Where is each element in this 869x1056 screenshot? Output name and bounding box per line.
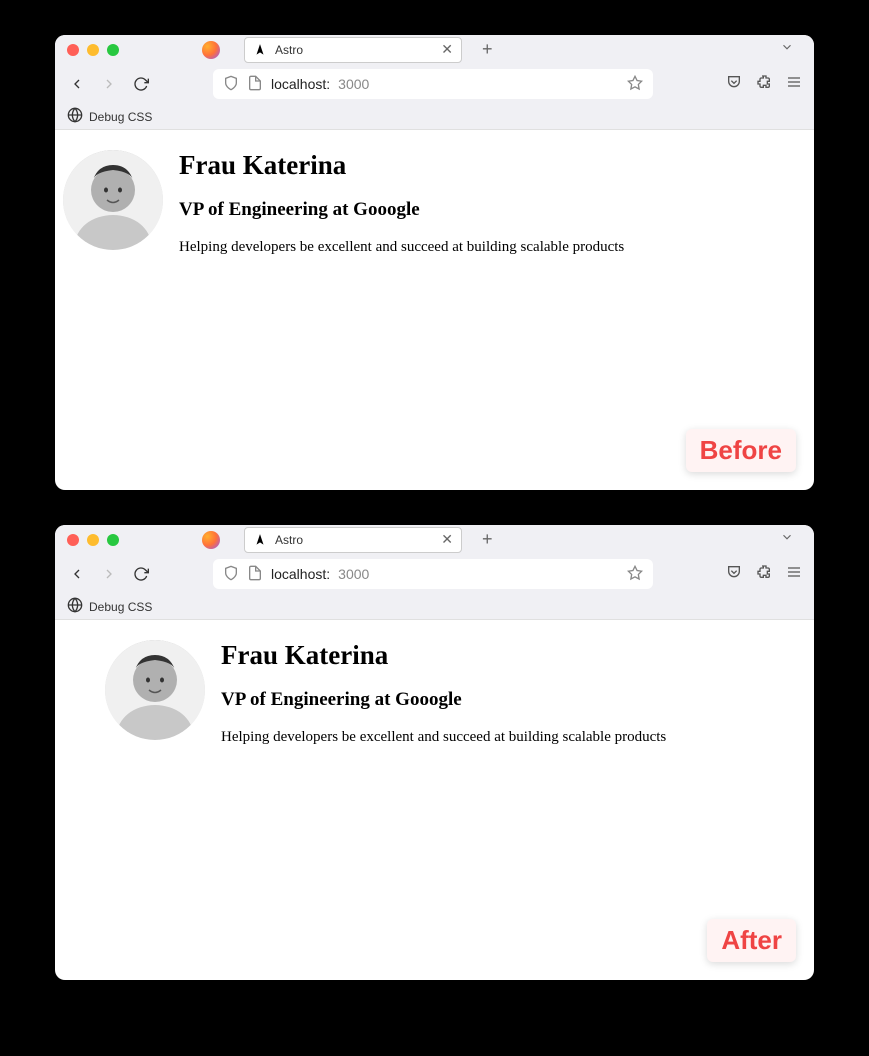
globe-icon: [67, 107, 83, 126]
profile-title: VP of Engineering at Gooogle: [221, 689, 666, 711]
profile-name: Frau Katerina: [179, 150, 624, 181]
tab-title: Astro: [275, 43, 433, 57]
page-icon: [247, 75, 263, 94]
profile-bio: Helping developers be excellent and succ…: [221, 729, 666, 746]
minimize-window-button[interactable]: [87, 44, 99, 56]
toolbar-actions: [726, 564, 802, 585]
browser-window-after: Astro ✕ + localhost: 3000: [55, 525, 814, 980]
bookmark-bar: Debug CSS: [55, 104, 814, 130]
page-icon: [247, 565, 263, 584]
extensions-button[interactable]: [756, 74, 772, 95]
toolbar: localhost: 3000: [55, 554, 814, 594]
toolbar: localhost: 3000: [55, 64, 814, 104]
extensions-button[interactable]: [756, 564, 772, 585]
tab-overflow-button[interactable]: [780, 530, 794, 549]
url-bar[interactable]: localhost: 3000: [213, 559, 653, 589]
menu-button[interactable]: [786, 74, 802, 95]
bookmark-item[interactable]: Debug CSS: [89, 110, 152, 124]
reload-button[interactable]: [131, 74, 151, 94]
forward-button[interactable]: [99, 564, 119, 584]
new-tab-button[interactable]: +: [482, 39, 493, 60]
url-bar[interactable]: localhost: 3000: [213, 69, 653, 99]
minimize-window-button[interactable]: [87, 534, 99, 546]
profile-name: Frau Katerina: [221, 640, 666, 671]
forward-button[interactable]: [99, 74, 119, 94]
toolbar-actions: [726, 74, 802, 95]
tab-overflow-button[interactable]: [780, 40, 794, 59]
avatar: [105, 640, 205, 740]
traffic-lights: [67, 534, 119, 546]
profile-info: Frau Katerina VP of Engineering at Gooog…: [179, 150, 624, 256]
astro-favicon-icon: [253, 43, 267, 57]
page-content: Frau Katerina VP of Engineering at Gooog…: [55, 620, 814, 766]
shield-icon: [223, 75, 239, 94]
maximize-window-button[interactable]: [107, 534, 119, 546]
url-port: 3000: [338, 566, 369, 582]
titlebar: Astro ✕ +: [55, 525, 814, 554]
avatar: [63, 150, 163, 250]
profile-bio: Helping developers be excellent and succ…: [179, 239, 624, 256]
menu-button[interactable]: [786, 564, 802, 585]
after-badge: After: [707, 919, 796, 962]
browser-tab[interactable]: Astro ✕: [244, 37, 462, 63]
new-tab-button[interactable]: +: [482, 529, 493, 550]
close-window-button[interactable]: [67, 44, 79, 56]
pocket-button[interactable]: [726, 74, 742, 95]
url-host: localhost:: [271, 76, 330, 92]
close-tab-button[interactable]: ✕: [441, 531, 453, 548]
close-tab-button[interactable]: ✕: [441, 41, 453, 58]
firefox-logo-icon: [202, 41, 220, 59]
pocket-button[interactable]: [726, 564, 742, 585]
before-badge: Before: [686, 429, 796, 472]
maximize-window-button[interactable]: [107, 44, 119, 56]
browser-tab[interactable]: Astro ✕: [244, 527, 462, 553]
tab-title: Astro: [275, 533, 433, 547]
bookmark-star-button[interactable]: [627, 565, 643, 584]
back-button[interactable]: [67, 74, 87, 94]
bookmark-star-button[interactable]: [627, 75, 643, 94]
url-host: localhost:: [271, 566, 330, 582]
traffic-lights: [67, 44, 119, 56]
back-button[interactable]: [67, 564, 87, 584]
titlebar: Astro ✕ +: [55, 35, 814, 64]
globe-icon: [67, 597, 83, 616]
bookmark-bar: Debug CSS: [55, 594, 814, 620]
close-window-button[interactable]: [67, 534, 79, 546]
bookmark-item[interactable]: Debug CSS: [89, 600, 152, 614]
profile-title: VP of Engineering at Gooogle: [179, 199, 624, 221]
firefox-logo-icon: [202, 531, 220, 549]
profile-info: Frau Katerina VP of Engineering at Gooog…: [221, 640, 666, 746]
astro-favicon-icon: [253, 533, 267, 547]
url-port: 3000: [338, 76, 369, 92]
shield-icon: [223, 565, 239, 584]
browser-window-before: Astro ✕ + localhost: 3000: [55, 35, 814, 490]
reload-button[interactable]: [131, 564, 151, 584]
page-content: Frau Katerina VP of Engineering at Gooog…: [55, 130, 814, 276]
